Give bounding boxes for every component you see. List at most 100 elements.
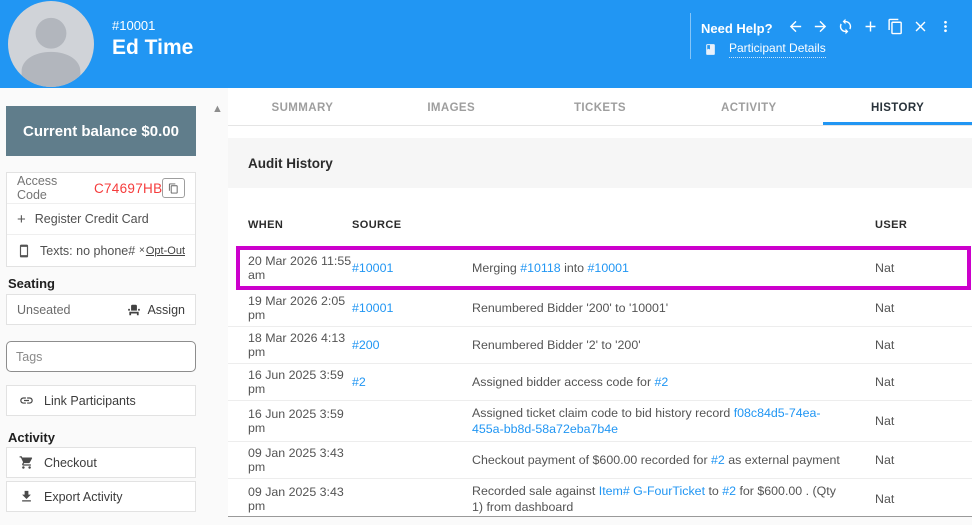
audit-user: Nat [875, 375, 932, 389]
register-credit-card-button[interactable]: + Register Credit Card [7, 204, 195, 235]
forward-arrow-icon[interactable] [811, 17, 829, 35]
seating-heading: Seating [8, 276, 55, 291]
audit-description-link[interactable]: #2 [711, 453, 725, 467]
link-icon [19, 393, 34, 408]
audit-description-link[interactable]: #2 [722, 484, 736, 498]
texts-row: Texts: no phone# × Opt-Out [7, 235, 195, 266]
export-activity-button[interactable]: Export Activity [6, 481, 196, 512]
access-code-row: Access Code C74697HB [7, 173, 195, 204]
seating-status: Unseated [17, 303, 71, 317]
audit-source: #2 [352, 375, 472, 389]
add-icon[interactable] [861, 17, 879, 35]
copy-access-code-button[interactable] [162, 178, 185, 198]
audit-when: 09 Jan 2025 3:43 pm [248, 446, 352, 474]
access-code-value: C74697HB [94, 181, 162, 196]
table-header-row: WHEN SOURCE USER [228, 188, 972, 246]
checkout-label: Checkout [44, 456, 97, 470]
audit-description-link[interactable]: f08c84d5-74ea-455a-bb8d-58a72eba7b4e [472, 406, 821, 436]
access-code-label: Access Code [17, 174, 86, 202]
audit-source-link[interactable]: #10001 [352, 301, 393, 315]
cart-icon [19, 455, 34, 470]
participant-header: #10001 Ed Time Need Help? Participan [0, 0, 972, 88]
col-header-source: SOURCE [352, 219, 472, 246]
audit-source-link[interactable]: #2 [352, 375, 366, 389]
audit-description: Merging #10118 into #10001 [472, 260, 875, 276]
main-panel: SUMMARY IMAGES TICKETS ACTIVITY HISTORY … [228, 88, 972, 517]
audit-when: 09 Jan 2025 3:43 pm [248, 485, 352, 513]
tab-activity[interactable]: ACTIVITY [674, 90, 823, 125]
audit-when: 16 Jun 2025 3:59 pm [248, 368, 352, 396]
back-arrow-icon[interactable] [786, 17, 804, 35]
audit-user: Nat [875, 261, 932, 275]
download-icon [19, 489, 34, 504]
link-participants-label: Link Participants [44, 394, 136, 408]
avatar [8, 1, 94, 87]
header-toolbar [786, 17, 954, 35]
audit-description: Assigned bidder access code for #2 [472, 374, 875, 390]
participant-name: Ed Time [112, 36, 193, 60]
opt-out-label: Opt-Out [146, 245, 185, 257]
header-divider [690, 13, 691, 59]
participant-details-link[interactable]: Participant Details [704, 41, 826, 58]
audit-description-link[interactable]: Item# G-FourTicket [599, 484, 705, 498]
tab-bar: SUMMARY IMAGES TICKETS ACTIVITY HISTORY [228, 90, 972, 126]
register-credit-card-label: Register Credit Card [35, 212, 149, 226]
participant-history-page: #10001 Ed Time Need Help? Participan [0, 0, 972, 525]
participant-details-label: Participant Details [729, 41, 826, 58]
audit-source: #10001 [352, 301, 472, 315]
audit-description: Renumbered Bidder '200' to '10001' [472, 300, 875, 316]
seat-icon [127, 303, 141, 317]
tab-tickets[interactable]: TICKETS [526, 90, 675, 125]
tab-images[interactable]: IMAGES [377, 90, 526, 125]
small-x-icon: × [139, 245, 145, 256]
assign-seat-button[interactable]: Assign [127, 303, 185, 317]
audit-when: 19 Mar 2026 2:05 pm [248, 294, 352, 322]
audit-history-table: WHEN SOURCE USER 20 Mar 2026 11:55 am#10… [228, 188, 972, 519]
need-help-link[interactable]: Need Help? [701, 21, 773, 36]
table-row: 19 Mar 2026 2:05 pm#10001 Renumbered Bidd… [228, 290, 972, 327]
table-row: 18 Mar 2026 4:13 pm#200 Renumbered Bidder… [228, 327, 972, 364]
participant-info-card: Access Code C74697HB + Register Credit C… [6, 172, 196, 267]
book-icon [704, 43, 717, 56]
copy-icon [168, 183, 179, 194]
export-activity-label: Export Activity [44, 490, 123, 504]
tab-summary[interactable]: SUMMARY [228, 90, 377, 125]
texts-label: Texts: no phone# [40, 244, 135, 258]
audit-user: Nat [875, 301, 932, 315]
phone-icon [17, 244, 31, 258]
audit-description-link[interactable]: #2 [655, 375, 669, 389]
audit-user: Nat [875, 492, 932, 506]
audit-source-link[interactable]: #10001 [352, 261, 393, 275]
close-icon[interactable] [911, 17, 929, 35]
opt-out-link[interactable]: × Opt-Out [139, 245, 185, 257]
activity-heading: Activity [8, 430, 55, 445]
more-options-icon[interactable] [936, 17, 954, 35]
tab-history[interactable]: HISTORY [823, 90, 972, 125]
col-header-desc [472, 231, 875, 246]
table-row: 09 Jan 2025 3:43 pm Checkout payment of $… [228, 442, 972, 479]
audit-description-link[interactable]: #10118 [520, 261, 560, 275]
copy-icon[interactable] [886, 17, 904, 35]
audit-source-link[interactable]: #200 [352, 338, 380, 352]
table-row: 16 Jun 2025 3:59 pm#2Assigned bidder acc… [228, 364, 972, 401]
person-silhouette-icon [8, 1, 94, 87]
table-row: 16 Jun 2025 3:59 pmAssigned ticket claim… [228, 401, 972, 442]
participant-number: #10001 [112, 18, 155, 33]
audit-source: #10001 [352, 261, 472, 275]
checkout-button[interactable]: Checkout [6, 447, 196, 478]
current-balance-badge: Current balance $0.00 [6, 106, 196, 156]
audit-user: Nat [875, 414, 932, 428]
audit-when: 20 Mar 2026 11:55 am [248, 254, 352, 282]
seating-row: Unseated Assign [6, 294, 196, 325]
table-row: 09 Jan 2025 3:43 pmRecorded sale against… [228, 479, 972, 519]
audit-description-link[interactable]: #10001 [588, 261, 629, 275]
tags-input[interactable] [6, 341, 196, 372]
audit-description: Checkout payment of $600.00 recorded for… [472, 452, 875, 468]
link-participants-button[interactable]: Link Participants [6, 385, 196, 416]
audit-when: 18 Mar 2026 4:13 pm [248, 331, 352, 359]
refresh-icon[interactable] [836, 17, 854, 35]
col-header-user: USER [875, 219, 932, 246]
audit-description: Renumbered Bidder '2' to '200' [472, 337, 875, 353]
collapse-arrow-icon[interactable]: ▲ [212, 103, 223, 115]
section-title: Audit History [248, 156, 333, 171]
